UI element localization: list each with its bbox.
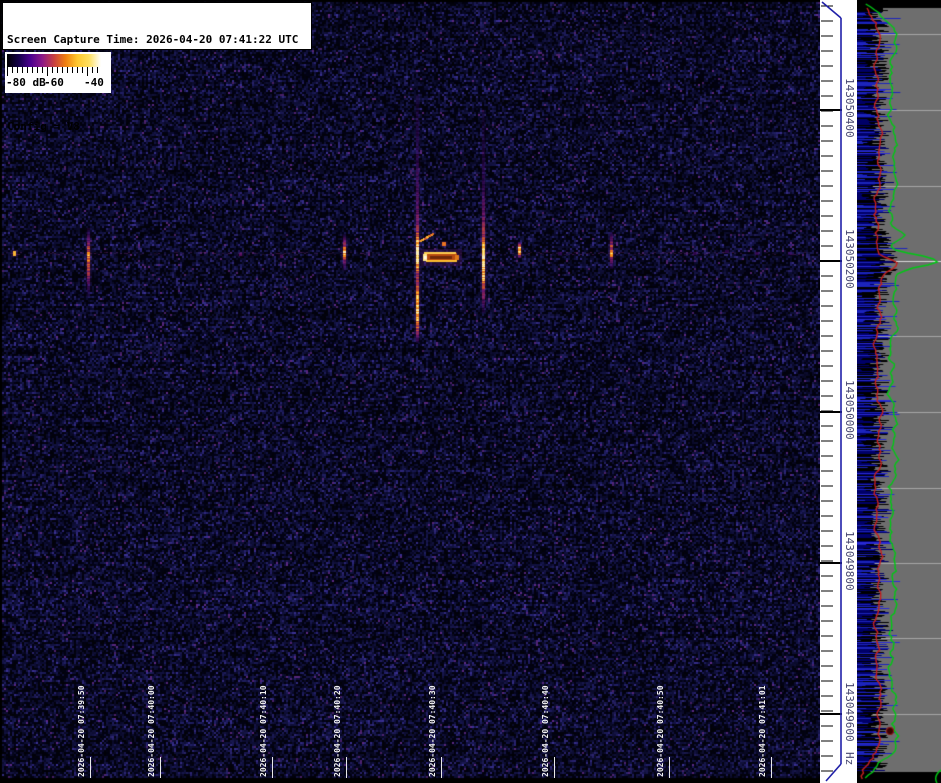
colorbar-tick [47,67,48,76]
color-scale-ticks [7,67,101,76]
time-tick-label: 2026-04-20 07:41:01 [756,680,769,777]
colorbar-tick [7,67,8,76]
time-tick-label: 2026-04-20 07:40:00 [145,680,158,777]
time-tick-label: 2026-04-20 07:40:30 [426,680,439,777]
capture-info-box: Screen Capture Time: 2026-04-20 07:41:22… [2,2,312,50]
time-tick-mark [554,757,555,778]
capture-time-text: Screen Capture Time: 2026-04-20 07:41:22… [7,33,311,48]
colorbar-tick [82,67,83,73]
time-tick-label: 2026-04-20 07:39:50 [75,680,88,777]
colorbar-tick [52,67,53,73]
time-tick-mark [272,757,273,778]
colorbar-tick [77,67,78,73]
colorbar-tick [42,67,43,73]
colorbar-tick [27,67,28,73]
time-tick-label: 2026-04-20 07:40:10 [257,680,270,777]
color-gradient-bar [7,54,101,67]
color-scale-labels: -80 dB -60 -40 [5,76,111,91]
colorbar-tick [12,67,13,73]
time-tick-mark [771,757,772,778]
capture-config-text: Config = V8 [7,120,311,135]
colorbar-tick [17,67,18,73]
db-mid-label: -60 [44,76,64,89]
colorbar-tick [57,67,58,73]
colorbar-tick [32,67,33,73]
time-tick-mark [160,757,161,778]
spectrum-analyzer-panel[interactable] [857,0,941,783]
freq-unit-label: Hz [843,752,856,765]
time-tick-mark [346,757,347,778]
freq-tick-label: 143050200 [843,229,856,289]
spectrogram-app-window: Screen Capture Time: 2026-04-20 07:41:22… [0,0,941,783]
freq-tick-label: 143050400 [843,78,856,138]
time-tick-mark [441,757,442,778]
colorbar-tick [97,67,98,73]
time-tick-mark [669,757,670,778]
time-tick-label: 2026-04-20 07:40:40 [539,680,552,777]
time-tick-label: 2026-04-20 07:40:50 [654,680,667,777]
colorbar-tick [87,67,88,76]
db-min-label: -80 dB [6,76,46,89]
colorbar-tick [72,67,73,73]
time-tick-mark [90,757,91,778]
colorbar-tick [67,67,68,73]
colorbar-tick [22,67,23,73]
colorbar-tick [62,67,63,73]
freq-tick-label: 143049800 [843,531,856,591]
db-max-label: -40 [84,76,104,89]
freq-tick-label: 143050000 [843,380,856,440]
colorbar-tick [37,67,38,73]
color-scale-legend: -80 dB -60 -40 [5,52,111,93]
freq-tick-label: 143049600 [843,682,856,742]
colorbar-tick [92,67,93,73]
time-tick-label: 2026-04-20 07:40:20 [331,680,344,777]
